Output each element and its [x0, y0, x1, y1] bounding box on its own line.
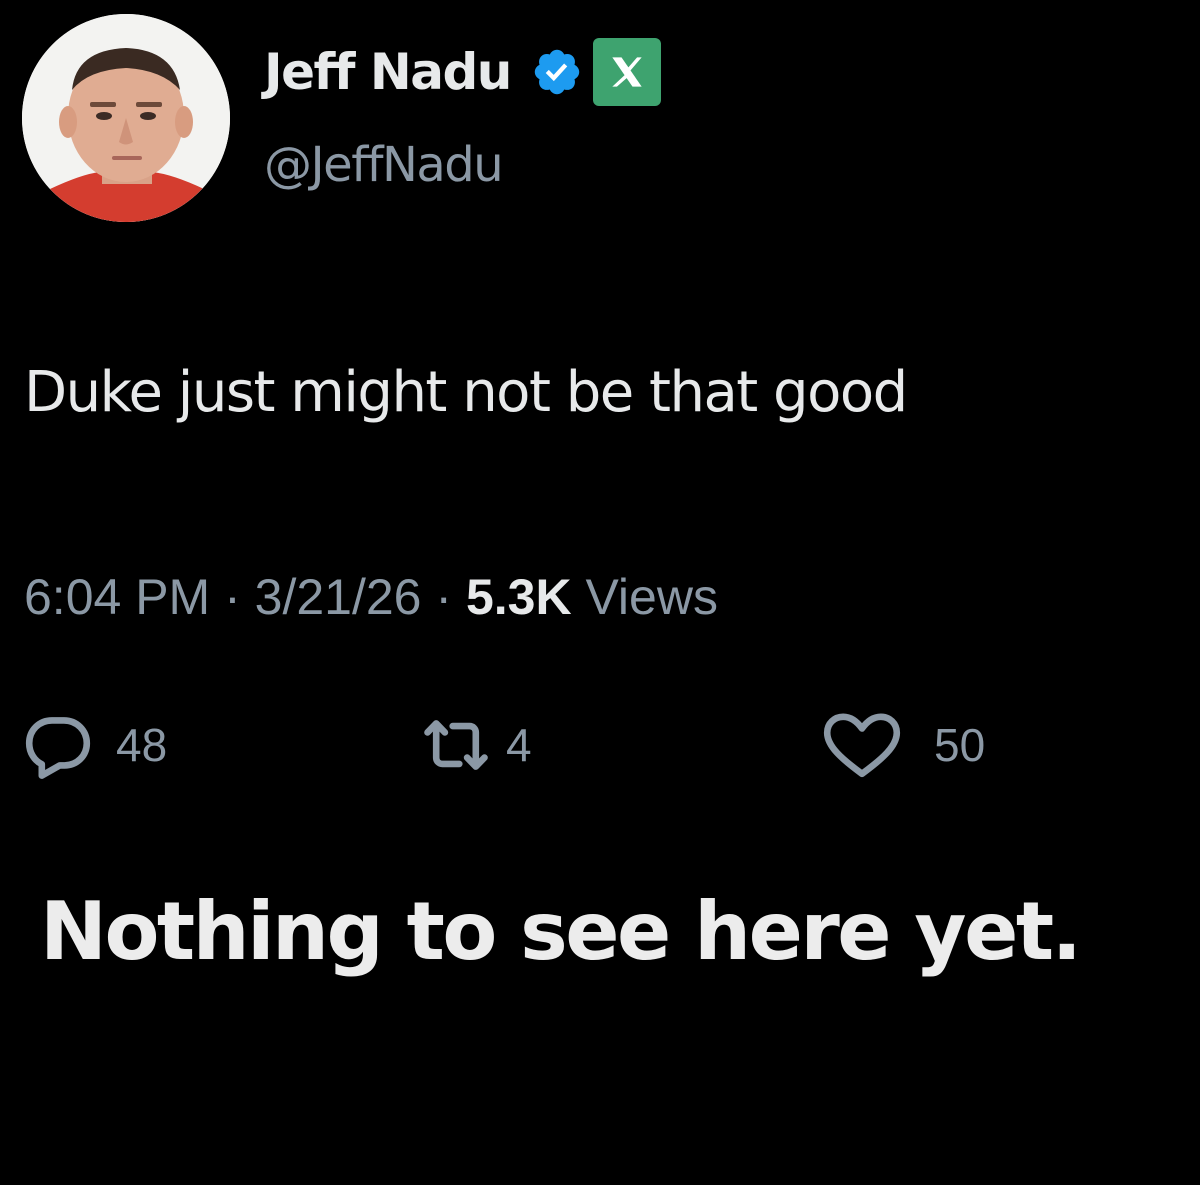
views-label: Views [585, 569, 718, 625]
verified-badge-icon[interactable] [531, 46, 583, 98]
tweet-text: Duke just might not be that good [24, 360, 908, 425]
meta-separator: · [435, 569, 466, 625]
author-display-name[interactable]: Jeff Nadu [264, 36, 512, 108]
reply-icon [25, 717, 91, 779]
author-avatar[interactable] [22, 14, 230, 222]
tweet-meta: 6:04 PM · 3/21/26 · 5.3K Views [24, 565, 718, 629]
author-handle[interactable]: @JeffNadu [264, 134, 504, 196]
author-name-row[interactable]: Jeff Nadu [264, 36, 661, 108]
views-count[interactable]: 5.3K [466, 569, 572, 625]
tweet-date[interactable]: 3/21/26 [255, 569, 422, 625]
repost-count: 4 [506, 719, 532, 771]
reply-count: 48 [116, 719, 168, 771]
meta-separator: · [224, 569, 255, 625]
x-logo-icon [592, 38, 661, 106]
tweet-actions: 48 4 50 [0, 700, 1200, 790]
reply-button[interactable]: 48 [22, 700, 167, 790]
tweet-time[interactable]: 6:04 PM [24, 569, 210, 625]
caption-text: Nothing to see here yet. [40, 885, 1082, 978]
heart-icon [823, 713, 901, 778]
like-button[interactable]: 50 [820, 700, 985, 790]
repost-icon [424, 720, 488, 770]
avatar-photo [22, 14, 230, 222]
repost-button[interactable]: 4 [420, 700, 532, 790]
like-count: 50 [934, 719, 986, 771]
